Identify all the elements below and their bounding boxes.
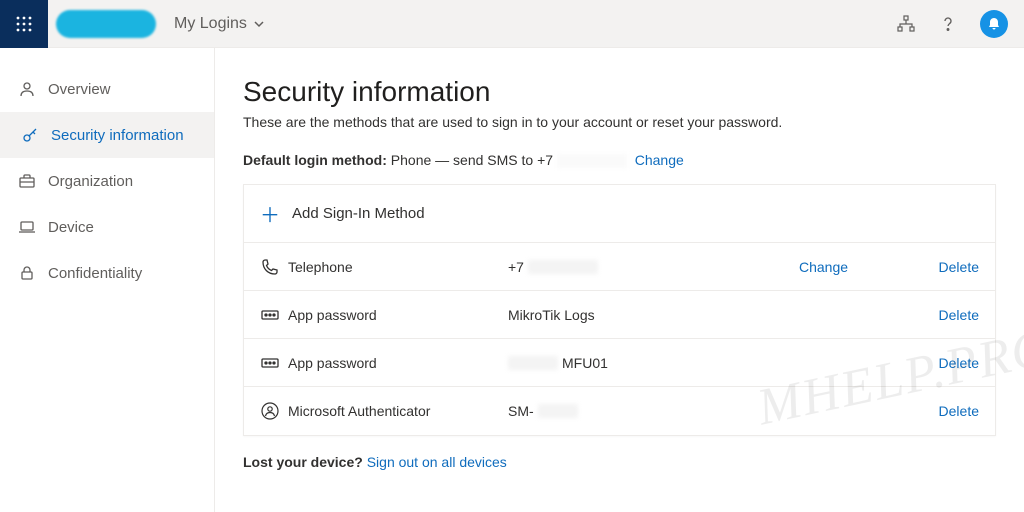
method-row-authenticator: Microsoft Authenticator SM- Delete [244,387,995,435]
password-icon [260,353,288,373]
sidebar-item-confidentiality[interactable]: Confidentiality [0,250,214,296]
redacted-phone [557,154,627,168]
waffle-icon [16,16,32,32]
sidebar-item-device[interactable]: Device [0,204,214,250]
method-value: +7 [508,259,799,275]
help-icon [939,15,957,33]
page-heading: Security information [243,76,996,108]
sidebar-item-security[interactable]: Security information [0,112,214,158]
add-method-button[interactable]: ＋ Add Sign-In Method [244,185,995,243]
briefcase-icon [18,172,36,190]
sidebar-item-label: Overview [48,81,111,98]
page-subtitle: These are the methods that are used to s… [243,114,996,130]
sidebar-item-label: Confidentiality [48,265,142,282]
person-icon [18,80,36,98]
brand-logo-redacted [56,10,156,38]
methods-card: ＋ Add Sign-In Method Telephone +7 Change… [243,184,996,436]
lost-device-line: Lost your device? Sign out on all device… [243,454,996,470]
change-default-link[interactable]: Change [635,152,684,168]
password-icon [260,305,288,325]
chevron-down-icon [253,18,265,30]
add-method-label: Add Sign-In Method [292,205,425,222]
default-method-value: Phone — send SMS to +7 [391,152,553,168]
method-value: SM- [508,403,799,419]
method-row-app-password-2: App password MFU01 Delete [244,339,995,387]
sidebar-item-label: Security information [51,127,184,144]
method-row-telephone: Telephone +7 Change Delete [244,243,995,291]
method-row-app-password-1: App password MikroTik Logs Delete [244,291,995,339]
key-icon [21,126,39,144]
sidebar-item-overview[interactable]: Overview [0,66,214,112]
method-value: MikroTik Logs [508,307,799,323]
help-button[interactable] [938,14,958,34]
authenticator-icon [260,401,288,421]
redacted-value [538,404,578,418]
page-title: My Logins [174,15,247,33]
lock-icon [18,264,36,282]
method-name: Telephone [288,259,508,275]
default-method-line: Default login method: Phone — send SMS t… [243,152,996,168]
notifications-button[interactable] [980,10,1008,38]
method-delete-link[interactable]: Delete [939,403,979,419]
method-delete-link[interactable]: Delete [939,307,979,323]
method-delete-link[interactable]: Delete [939,259,979,275]
sitemap-icon [897,15,915,33]
method-name: Microsoft Authenticator [288,403,508,419]
directory-button[interactable] [896,14,916,34]
sidebar-item-label: Device [48,219,94,236]
redacted-value [528,260,598,274]
phone-icon [260,257,288,277]
bell-icon [986,16,1002,32]
main-content: Security information These are the metho… [215,48,1024,512]
sidebar: Overview Security information Organizati… [0,48,215,512]
default-method-label: Default login method: [243,152,387,168]
method-name: App password [288,307,508,323]
method-change-link[interactable]: Change [799,259,848,275]
sidebar-item-organization[interactable]: Organization [0,158,214,204]
method-name: App password [288,355,508,371]
method-value: MFU01 [508,355,799,371]
sidebar-item-label: Organization [48,173,133,190]
method-delete-link[interactable]: Delete [939,355,979,371]
redacted-value [508,356,558,370]
page-title-dropdown[interactable]: My Logins [174,15,265,33]
sign-out-all-link[interactable]: Sign out on all devices [367,454,507,470]
plus-icon: ＋ [260,199,280,228]
header-actions [896,10,1024,38]
app-header: My Logins [0,0,1024,48]
laptop-icon [18,218,36,236]
app-launcher-button[interactable] [0,0,48,48]
lost-device-prompt: Lost your device? [243,454,363,470]
